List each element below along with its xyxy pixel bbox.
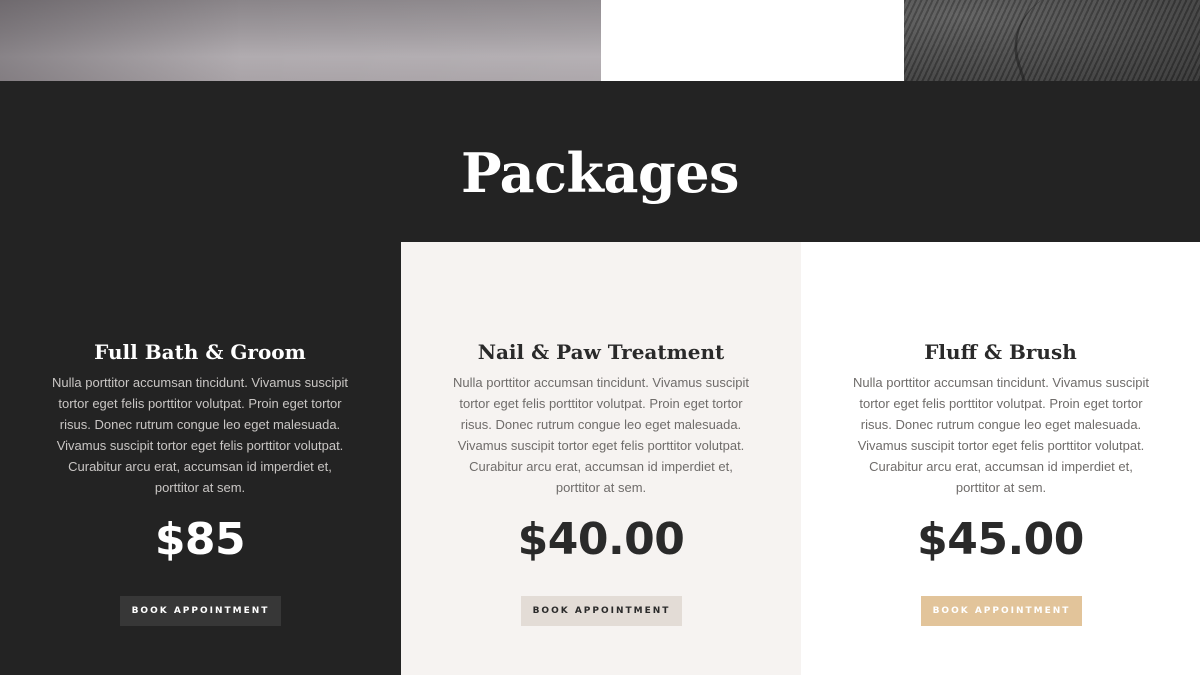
photo-knit-blanket [904, 0, 1200, 116]
package-price: $85 [154, 514, 246, 565]
package-price: $45.00 [917, 514, 1084, 565]
packages-section: Packages Full Bath & Groom Nulla porttit… [0, 81, 1200, 675]
package-title: Full Bath & Groom [94, 340, 306, 364]
book-appointment-button[interactable]: BOOK APPOINTMENT [521, 596, 682, 626]
package-price: $40.00 [517, 514, 685, 565]
photo-strip [0, 0, 1200, 116]
photo-gray-backdrop [0, 0, 601, 81]
book-appointment-button[interactable]: BOOK APPOINTMENT [120, 596, 281, 626]
section-title: Packages [461, 141, 739, 205]
package-title: Fluff & Brush [924, 340, 1077, 364]
package-card-nail-paw: Nail & Paw Treatment Nulla porttitor acc… [401, 242, 801, 675]
package-description: Nulla porttitor accumsan tincidunt. Viva… [52, 375, 348, 495]
package-card-fluff-brush: Fluff & Brush Nulla porttitor accumsan t… [801, 242, 1200, 675]
package-card-full-bath: Full Bath & Groom Nulla porttitor accums… [0, 242, 400, 675]
package-description: Nulla porttitor accumsan tincidunt. Viva… [853, 375, 1149, 495]
book-appointment-button[interactable]: BOOK APPOINTMENT [921, 596, 1082, 626]
photo-white-panel [601, 0, 904, 81]
package-description: Nulla porttitor accumsan tincidunt. Viva… [453, 375, 749, 495]
package-title: Nail & Paw Treatment [477, 340, 725, 364]
